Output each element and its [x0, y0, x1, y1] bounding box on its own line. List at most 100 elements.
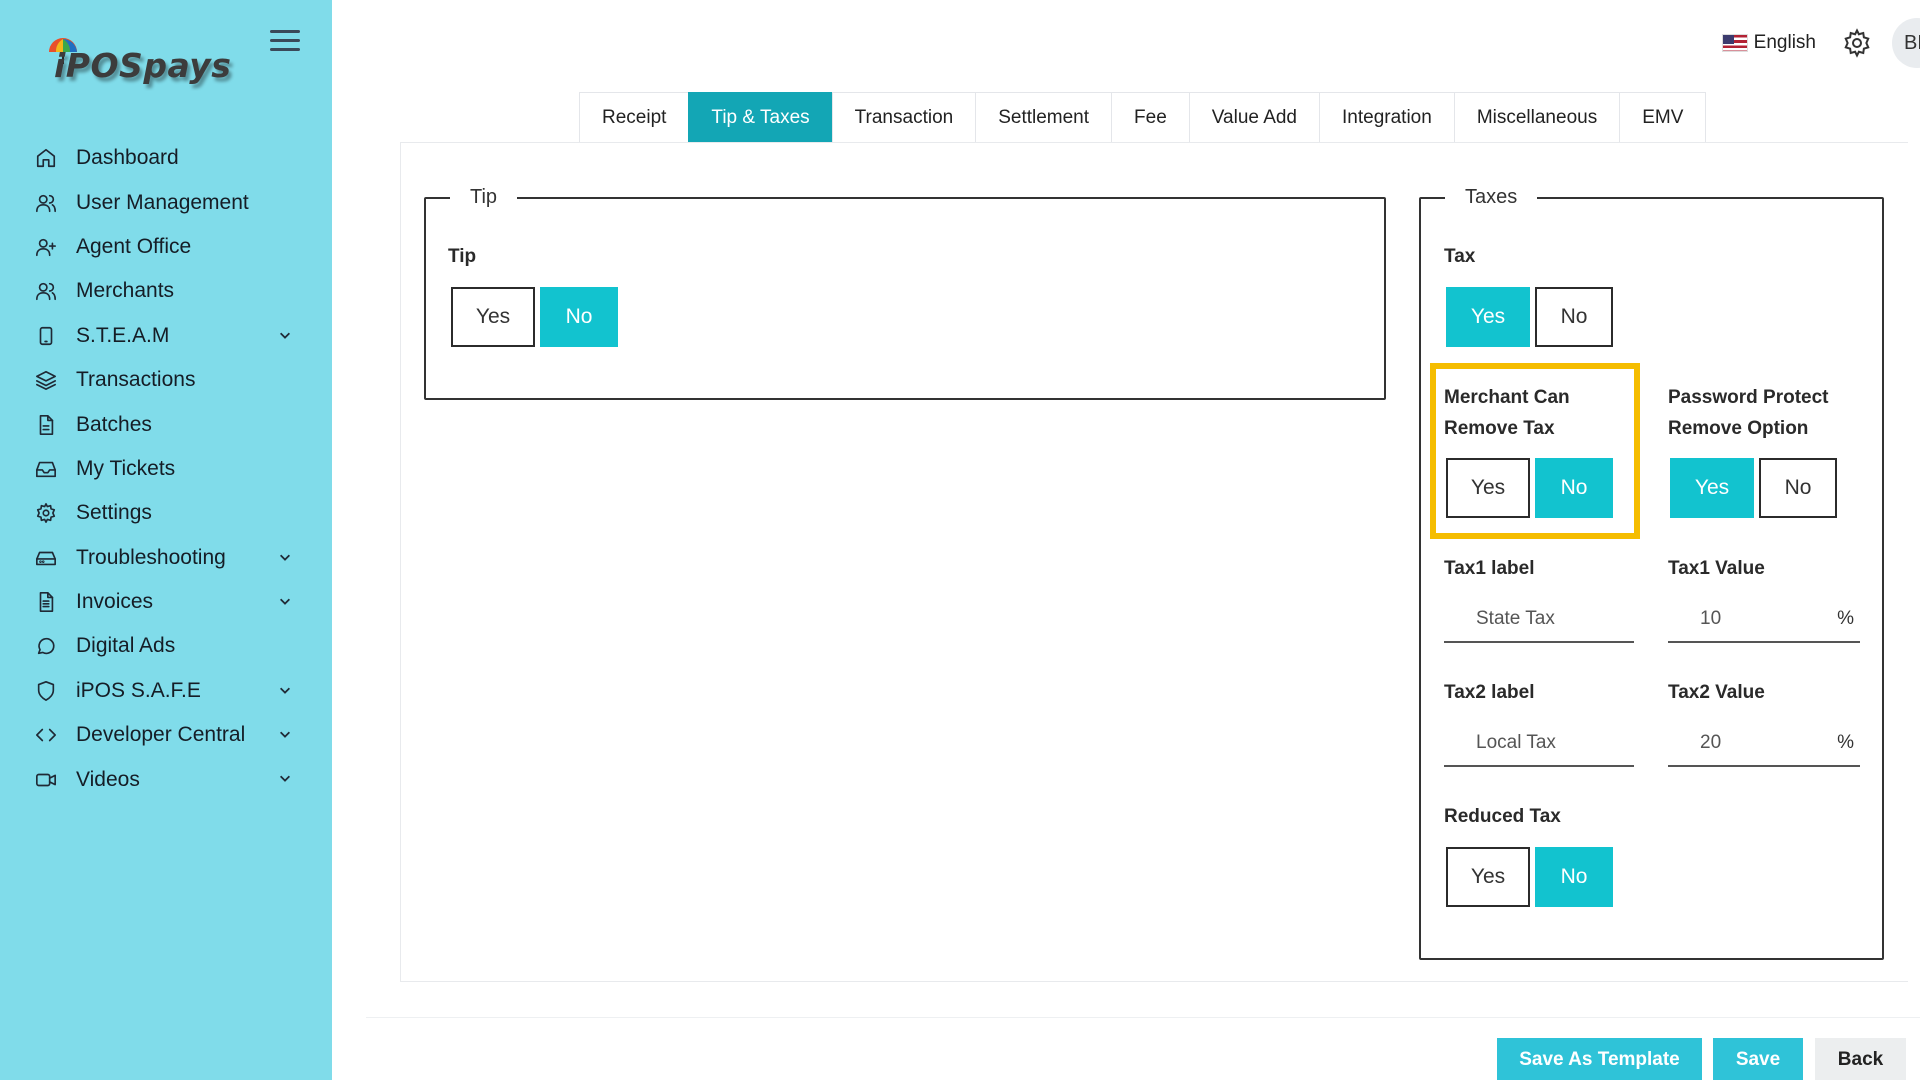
tip-yes-button[interactable]: Yes — [451, 287, 535, 347]
header-toolbar: English BP — [1721, 18, 1920, 68]
code-icon — [33, 722, 59, 748]
sidebar-item-steam[interactable]: S.T.E.A.M — [0, 314, 332, 358]
sidebar-item-transactions[interactable]: Transactions — [0, 358, 332, 402]
footer-divider — [366, 1017, 1920, 1018]
sidebar-item-label: My Tickets — [76, 456, 176, 480]
sidebar-item-troubleshooting[interactable]: Troubleshooting — [0, 536, 332, 580]
save-button[interactable]: Save — [1713, 1038, 1803, 1080]
hamburger-menu-icon[interactable] — [270, 30, 300, 54]
tax1-label-label: Tax1 label — [1444, 558, 1535, 579]
tax-yes-button[interactable]: Yes — [1446, 287, 1530, 347]
us-flag-icon — [1721, 34, 1748, 52]
tax2-value-input[interactable]: 20 % — [1668, 721, 1860, 767]
shield-icon — [33, 678, 59, 704]
tablet-icon — [33, 323, 59, 349]
avatar-initials: BP — [1904, 31, 1920, 54]
label-line: Remove Tax — [1444, 418, 1555, 439]
video-icon — [33, 767, 59, 793]
reduced-tax-yes-button[interactable]: Yes — [1446, 847, 1530, 907]
percent-unit: % — [1837, 608, 1854, 629]
chevron-down-icon[interactable] — [278, 594, 294, 610]
file-icon — [33, 412, 59, 438]
user-plus-icon — [33, 234, 59, 260]
sidebar-item-label: Settings — [76, 501, 152, 525]
password-protect-no-button[interactable]: No — [1759, 458, 1837, 518]
tab-tip-taxes[interactable]: Tip & Taxes — [688, 92, 832, 142]
home-icon — [33, 145, 59, 171]
chevron-down-icon[interactable] — [278, 683, 294, 699]
back-button[interactable]: Back — [1815, 1038, 1906, 1080]
tab-value-add[interactable]: Value Add — [1188, 92, 1320, 142]
sidebar-item-invoices[interactable]: Invoices — [0, 580, 332, 624]
merchant-can-remove-tax-label: Merchant Can Remove Tax — [1444, 382, 1570, 444]
sidebar-item-label: S.T.E.A.M — [76, 323, 170, 347]
sidebar-item-label: Troubleshooting — [76, 545, 226, 569]
password-protect-yes-button[interactable]: Yes — [1670, 458, 1754, 518]
sidebar-nav: Dashboard User Management Agent Office M… — [0, 136, 332, 802]
sidebar-item-agent-office[interactable]: Agent Office — [0, 225, 332, 269]
sidebar-item-ipos-safe[interactable]: iPOS S.A.F.E — [0, 669, 332, 713]
tab-miscellaneous[interactable]: Miscellaneous — [1453, 92, 1620, 142]
tax1-label-value: State Tax — [1476, 608, 1555, 629]
settings-tabs: Receipt Tip & Taxes Transaction Settleme… — [579, 92, 1707, 142]
reduced-tax-no-button[interactable]: No — [1535, 847, 1613, 907]
sidebar-item-user-management[interactable]: User Management — [0, 180, 332, 224]
sidebar-item-dashboard[interactable]: Dashboard — [0, 136, 332, 180]
percent-unit: % — [1837, 732, 1854, 753]
merchant-remove-tax-no-button[interactable]: No — [1535, 458, 1613, 518]
merchant-remove-tax-yes-button[interactable]: Yes — [1446, 458, 1530, 518]
avatar[interactable]: BP — [1892, 18, 1920, 68]
chevron-down-icon[interactable] — [278, 727, 294, 743]
tax2-value-value: 20 — [1700, 732, 1722, 753]
chevron-down-icon[interactable] — [278, 771, 294, 787]
language-label: English — [1753, 32, 1816, 53]
tip-toggle: Yes No — [451, 287, 618, 347]
inbox-icon — [33, 456, 59, 482]
tax1-value-input[interactable]: 10 % — [1668, 597, 1860, 643]
sidebar-item-digital-ads[interactable]: Digital Ads — [0, 624, 332, 668]
tax2-label-label: Tax2 label — [1444, 682, 1535, 703]
label-line: Merchant Can — [1444, 387, 1570, 408]
sidebar-item-label: User Management — [76, 190, 249, 214]
language-selector[interactable]: English — [1721, 32, 1816, 54]
save-as-template-button[interactable]: Save As Template — [1497, 1038, 1702, 1080]
app-logo[interactable]: iPOSpays — [46, 36, 236, 92]
users-icon — [33, 278, 59, 304]
tax2-label-value: Local Tax — [1476, 732, 1556, 753]
tip-legend: Tip — [470, 186, 498, 208]
gear-icon — [33, 500, 59, 526]
tab-receipt[interactable]: Receipt — [579, 92, 689, 142]
sidebar-item-merchants[interactable]: Merchants — [0, 269, 332, 313]
tab-settlement[interactable]: Settlement — [975, 92, 1112, 142]
tab-emv[interactable]: EMV — [1619, 92, 1707, 142]
sidebar-item-label: Invoices — [76, 590, 154, 614]
password-protect-label: Password Protect Remove Option — [1668, 382, 1829, 444]
tab-fee[interactable]: Fee — [1111, 92, 1189, 142]
tax2-label-input[interactable]: Local Tax — [1444, 721, 1634, 767]
tax1-label-input[interactable]: State Tax — [1444, 597, 1634, 643]
logo-text: iPOSpays — [54, 46, 232, 85]
sidebar-item-label: Transactions — [76, 368, 196, 392]
sidebar-item-label: Batches — [76, 412, 152, 436]
label-line: Password Protect — [1668, 387, 1829, 408]
sidebar-item-settings[interactable]: Settings — [0, 491, 332, 535]
hard-drive-icon — [33, 545, 59, 571]
tax-no-button[interactable]: No — [1535, 287, 1613, 347]
tip-no-button[interactable]: No — [540, 287, 618, 347]
tab-transaction[interactable]: Transaction — [831, 92, 976, 142]
settings-gear-icon[interactable] — [1842, 28, 1872, 58]
users-icon — [33, 190, 59, 216]
chevron-down-icon[interactable] — [278, 328, 294, 344]
sidebar-item-my-tickets[interactable]: My Tickets — [0, 447, 332, 491]
reduced-tax-toggle: Yes No — [1446, 847, 1613, 907]
tab-integration[interactable]: Integration — [1319, 92, 1454, 142]
chevron-down-icon[interactable] — [278, 550, 294, 566]
sidebar-item-label: Merchants — [76, 279, 175, 303]
file-text-icon — [33, 589, 59, 615]
taxes-legend: Taxes — [1465, 186, 1518, 208]
sidebar-item-batches[interactable]: Batches — [0, 402, 332, 446]
password-protect-toggle: Yes No — [1670, 458, 1837, 518]
sidebar-item-videos[interactable]: Videos — [0, 757, 332, 801]
sidebar-item-developer-central[interactable]: Developer Central — [0, 713, 332, 757]
tax-label: Tax — [1444, 246, 1476, 267]
